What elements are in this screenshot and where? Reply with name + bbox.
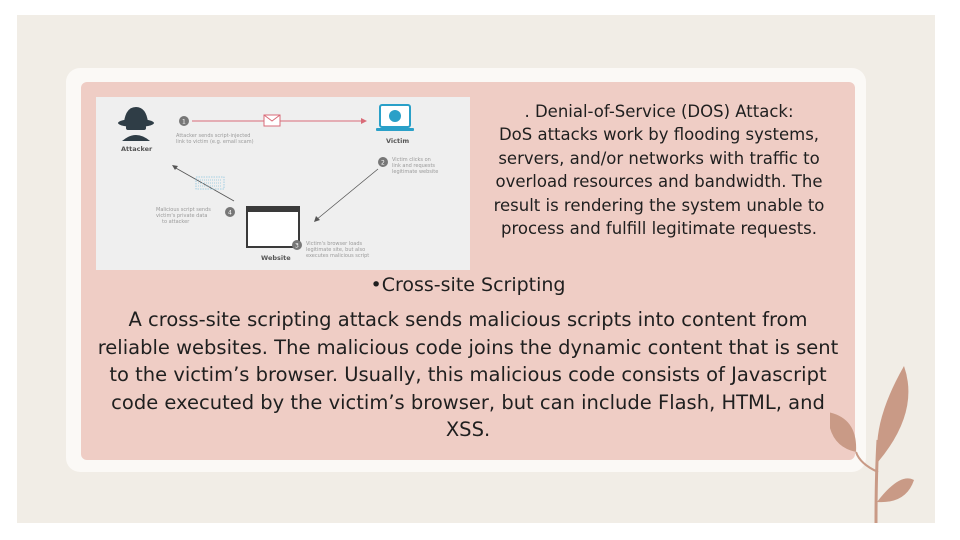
dos-line: DoS attacks work by flooding systems, <box>498 125 820 145</box>
website-window-icon <box>246 206 300 248</box>
victim-laptop-icon <box>376 104 414 131</box>
dos-line: servers, and/or networks with traffic to <box>498 148 820 168</box>
dos-line: result is rendering the system unable to <box>493 195 825 215</box>
victim-label: Victim <box>386 137 409 145</box>
xss-title: •Cross-site Scripting <box>370 274 566 296</box>
attacker-icon <box>118 107 154 141</box>
svg-text:2: 2 <box>381 160 385 167</box>
step-4-arrow <box>173 166 235 202</box>
svg-text:4: 4 <box>228 210 232 217</box>
xss-diagram: Attacker 1 Attacker sends script-injecte… <box>96 97 470 270</box>
leaf-decoration <box>830 366 914 523</box>
step-2-arrow <box>315 168 379 221</box>
dos-line: overload resources and bandwidth. The <box>495 172 823 192</box>
dos-line: process and fulfill legitimate requests. <box>500 219 818 239</box>
attacker-label: Attacker <box>121 145 153 153</box>
svg-text:legitimate website: legitimate website <box>392 169 438 175</box>
dos-title: . Denial-of-Service (DOS) Attack: <box>524 102 794 121</box>
website-label: Website <box>261 254 291 262</box>
email-icon <box>263 114 281 127</box>
svg-text:1: 1 <box>182 119 186 126</box>
svg-text:3: 3 <box>295 243 299 250</box>
svg-text:executes malicious script: executes malicious script <box>306 253 369 259</box>
svg-text:link to victim (e.g. email sca: link to victim (e.g. email scam) <box>176 139 254 145</box>
dos-section: . Denial-of-Service (DOS) Attack: DoS at… <box>470 100 848 240</box>
svg-text:to attacker: to attacker <box>162 219 190 225</box>
xss-body: A cross-site scripting attack sends mali… <box>97 308 839 441</box>
